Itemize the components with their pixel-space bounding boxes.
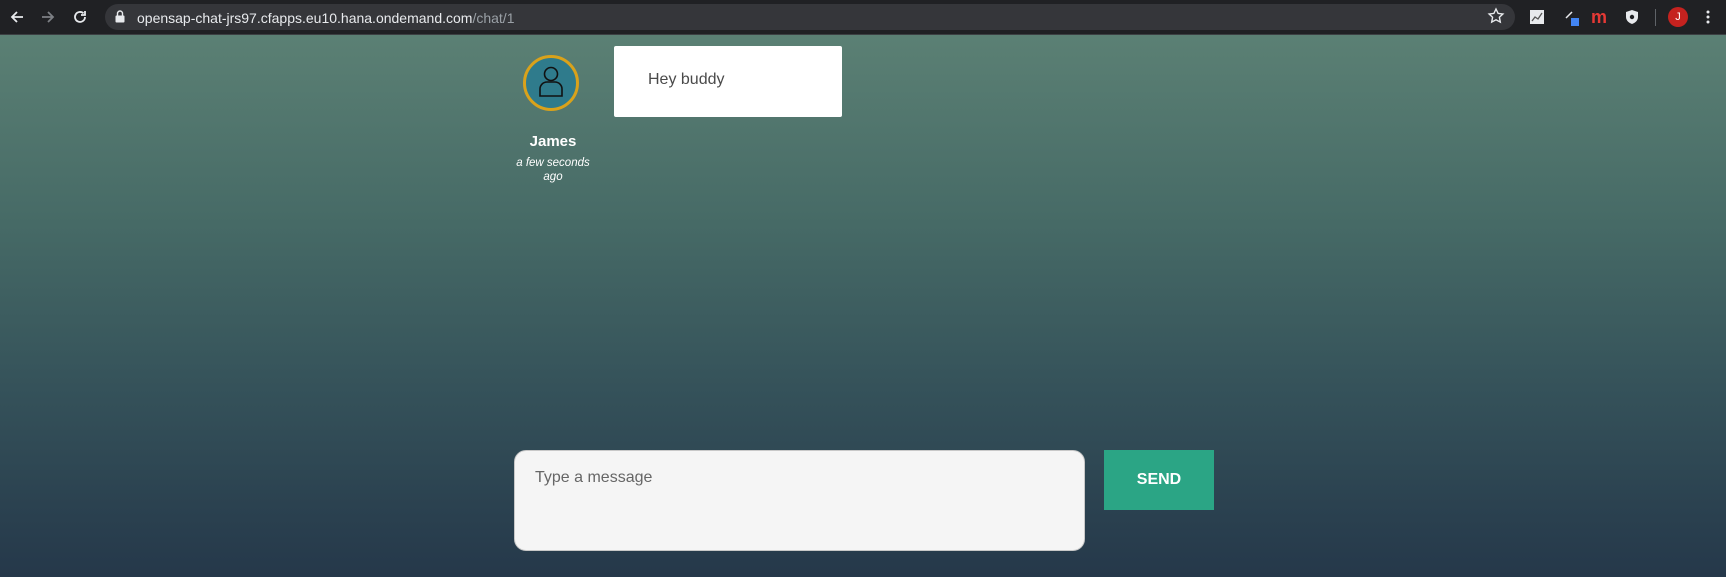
lock-icon bbox=[115, 10, 125, 28]
user-icon bbox=[538, 65, 564, 102]
more-menu-icon[interactable] bbox=[1698, 7, 1718, 27]
message-author: James bbox=[529, 133, 577, 150]
chart-extension-icon[interactable] bbox=[1527, 7, 1547, 27]
chat-page: James a few seconds ago Hey buddy SEND bbox=[0, 35, 1726, 577]
pen-extension-icon[interactable] bbox=[1562, 7, 1582, 27]
send-button[interactable]: SEND bbox=[1104, 450, 1214, 510]
url-text: opensap-chat-jrs97.cfapps.eu10.hana.onde… bbox=[137, 10, 515, 26]
message-timestamp: a few seconds ago bbox=[516, 157, 590, 183]
bookmark-star-icon[interactable] bbox=[1487, 7, 1505, 30]
message-text: Hey buddy bbox=[648, 71, 725, 88]
shield-extension-icon[interactable] bbox=[1622, 7, 1642, 27]
avatar bbox=[523, 55, 579, 111]
back-icon[interactable] bbox=[6, 6, 28, 28]
profile-avatar[interactable]: J bbox=[1668, 7, 1688, 27]
toolbar-divider bbox=[1655, 9, 1656, 26]
forward-icon[interactable] bbox=[37, 6, 59, 28]
browser-toolbar: opensap-chat-jrs97.cfapps.eu10.hana.onde… bbox=[0, 0, 1726, 35]
m-extension-icon[interactable]: m bbox=[1589, 7, 1609, 27]
reload-icon[interactable] bbox=[69, 6, 91, 28]
message-bubble: Hey buddy bbox=[614, 46, 842, 117]
address-bar[interactable]: opensap-chat-jrs97.cfapps.eu10.hana.onde… bbox=[105, 4, 1515, 30]
message-input[interactable] bbox=[514, 450, 1085, 551]
